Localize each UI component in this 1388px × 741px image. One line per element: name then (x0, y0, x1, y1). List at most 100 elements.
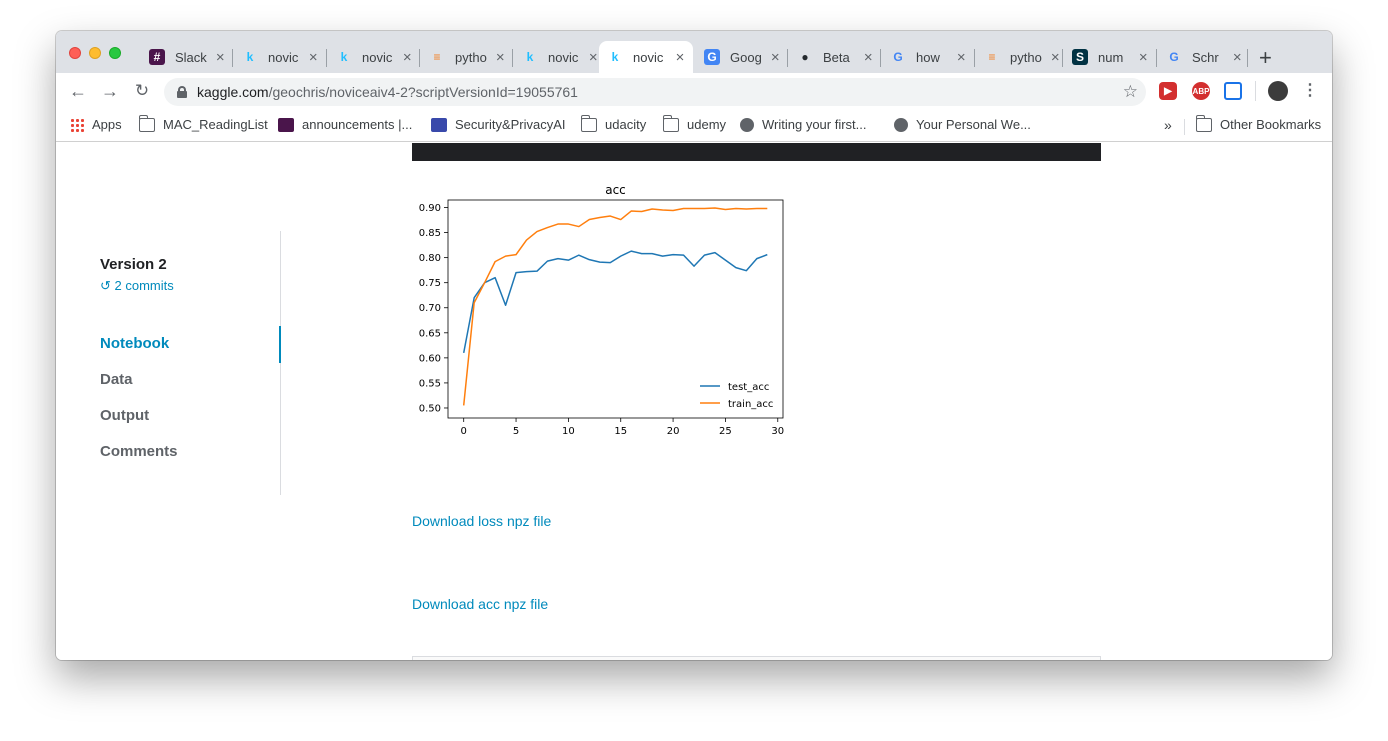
close-tab-icon[interactable]: × (587, 49, 600, 66)
x-tick-label: 0 (461, 426, 467, 437)
bookmark-udemy[interactable]: udemy (662, 114, 727, 132)
download-loss-link[interactable]: Download loss npz file (412, 513, 551, 529)
close-tab-icon[interactable]: × (862, 49, 875, 66)
bookmark-apps[interactable]: Apps (70, 117, 122, 132)
tab-11[interactable]: G Schr × (1158, 41, 1244, 73)
bookmark-star-icon[interactable]: ☆ (1123, 82, 1138, 102)
close-tab-icon[interactable]: × (1049, 49, 1062, 66)
close-tab-icon[interactable]: × (769, 49, 782, 66)
bookmark-label: Other Bookmarks (1220, 117, 1322, 132)
chart-title: acc (605, 183, 626, 197)
close-tab-icon[interactable]: × (307, 49, 320, 66)
tab-label: num (1098, 49, 1124, 65)
tab-8[interactable]: Ghow × (882, 41, 968, 73)
tab-9[interactable]: ≡ pytho × (976, 41, 1062, 73)
close-tab-icon[interactable]: × (955, 49, 968, 66)
media-extension-icon[interactable]: ▶ (1159, 82, 1177, 100)
sidebar-item-notebook[interactable]: Notebook (100, 335, 169, 352)
commits-link[interactable]: ↺ 2 commits (100, 278, 174, 294)
bookmark-label: Apps (92, 117, 122, 132)
profile-avatar[interactable] (1268, 81, 1288, 101)
tab-label: novic (362, 49, 393, 65)
stackoverflow-icon: ≡ (988, 50, 996, 64)
bookmark-label: announcements |... (302, 117, 413, 132)
tab-separator (232, 49, 233, 67)
history-icon: ↺ (100, 278, 111, 293)
tab-3[interactable]: ≡ pytho × (421, 41, 507, 73)
globe-icon (894, 117, 908, 132)
globe-icon (740, 117, 754, 132)
bookmark-label: udemy (687, 117, 727, 132)
menu-icon[interactable]: ⋮ (1299, 80, 1321, 100)
github-icon: ● (801, 50, 809, 64)
bookmark-security-privacy-ai[interactable]: Security&PrivacyAI (431, 117, 566, 132)
sidebar-item-data[interactable]: Data (100, 371, 133, 388)
url-host: kaggle.com (197, 84, 269, 100)
new-tab-button[interactable]: + (1259, 45, 1272, 71)
tab-separator (419, 49, 420, 67)
google-icon: G (893, 50, 903, 64)
bookmark-your-personal-web[interactable]: Your Personal We... (894, 117, 1031, 132)
tab-separator (1247, 49, 1248, 67)
tab-label: novic (268, 49, 299, 65)
tab-0[interactable]: # Slack × (141, 41, 227, 73)
tab-label: Schr (1192, 49, 1219, 65)
tab-5[interactable]: k novic × (599, 41, 693, 73)
kaggle-icon: k (340, 50, 348, 64)
bookmarks-overflow-button[interactable]: » (1164, 117, 1172, 133)
sidebar-active-indicator (279, 326, 281, 363)
sidebar-item-output[interactable]: Output (100, 407, 149, 424)
close-window-button[interactable] (69, 47, 81, 59)
bookmark-udacity[interactable]: udacity (580, 114, 646, 132)
bookmark-writing-your-first[interactable]: Writing your first... (740, 117, 867, 132)
maximize-window-button[interactable] (109, 47, 121, 59)
close-tab-icon[interactable]: × (401, 49, 414, 66)
bookmark-other-bookmarks[interactable]: Other Bookmarks (1195, 114, 1322, 132)
tab-separator (1062, 49, 1063, 67)
commits-label: 2 commits (114, 278, 174, 293)
minimize-window-button[interactable] (89, 47, 101, 59)
back-arrow-icon[interactable]: ← (67, 81, 89, 102)
x-tick-label: 20 (667, 426, 680, 437)
tab-7[interactable]: ● Beta × (789, 41, 875, 73)
y-tick-label: 0.85 (419, 228, 441, 239)
folder-icon (580, 114, 597, 132)
tab-separator (880, 49, 881, 67)
tab-2[interactable]: k novic × (328, 41, 414, 73)
forward-arrow-icon[interactable]: → (99, 81, 121, 102)
tab-6[interactable]: G Goog × (696, 41, 782, 73)
tab-1[interactable]: k novic × (234, 41, 320, 73)
close-tab-icon[interactable]: × (214, 49, 227, 66)
extension-icon[interactable] (1224, 82, 1242, 100)
tab-label: novic (548, 49, 579, 65)
close-tab-icon[interactable]: × (494, 49, 507, 66)
slack-icon (278, 117, 294, 132)
bookmark-announcements[interactable]: announcements |... (278, 117, 412, 132)
tab-4[interactable]: k novic × (514, 41, 600, 73)
sidebar-item-comments[interactable]: Comments (100, 443, 178, 460)
adblock-icon[interactable]: ABP (1192, 82, 1210, 100)
address-bar[interactable]: kaggle.com/geochris/noviceaiv4-2?scriptV… (164, 78, 1146, 106)
y-tick-label: 0.60 (419, 353, 441, 364)
bookmark-mac-readinglist[interactable]: MAC_ReadingList (138, 114, 268, 132)
tab-10[interactable]: Snum × (1064, 41, 1150, 73)
close-tab-icon[interactable]: × (1137, 49, 1150, 66)
scipy-icon: S (1072, 49, 1088, 65)
tab-strip: # Slack × k novic × k novic × ≡ pytho × k novic × k novi… (56, 31, 1332, 73)
y-tick-label: 0.55 (419, 378, 441, 389)
close-tab-icon[interactable]: × (1231, 49, 1244, 66)
download-acc-link[interactable]: Download acc npz file (412, 596, 548, 612)
x-tick-label: 15 (614, 426, 627, 437)
tab-separator (326, 49, 327, 67)
google-icon: G (1169, 50, 1179, 64)
reload-icon[interactable]: ↻ (131, 81, 153, 101)
browser-window: # Slack × k novic × k novic × ≡ pytho × k novic × k novi… (56, 31, 1332, 660)
page-icon (431, 117, 447, 132)
kaggle-icon: k (246, 50, 254, 64)
tab-label: Goog (730, 49, 762, 65)
adblock-label: ABP (1192, 86, 1210, 96)
legend-label-test_acc: test_acc (728, 382, 769, 393)
x-tick-label: 10 (562, 426, 575, 437)
close-tab-icon[interactable]: × (673, 49, 687, 66)
apps-grid-icon (70, 117, 84, 132)
